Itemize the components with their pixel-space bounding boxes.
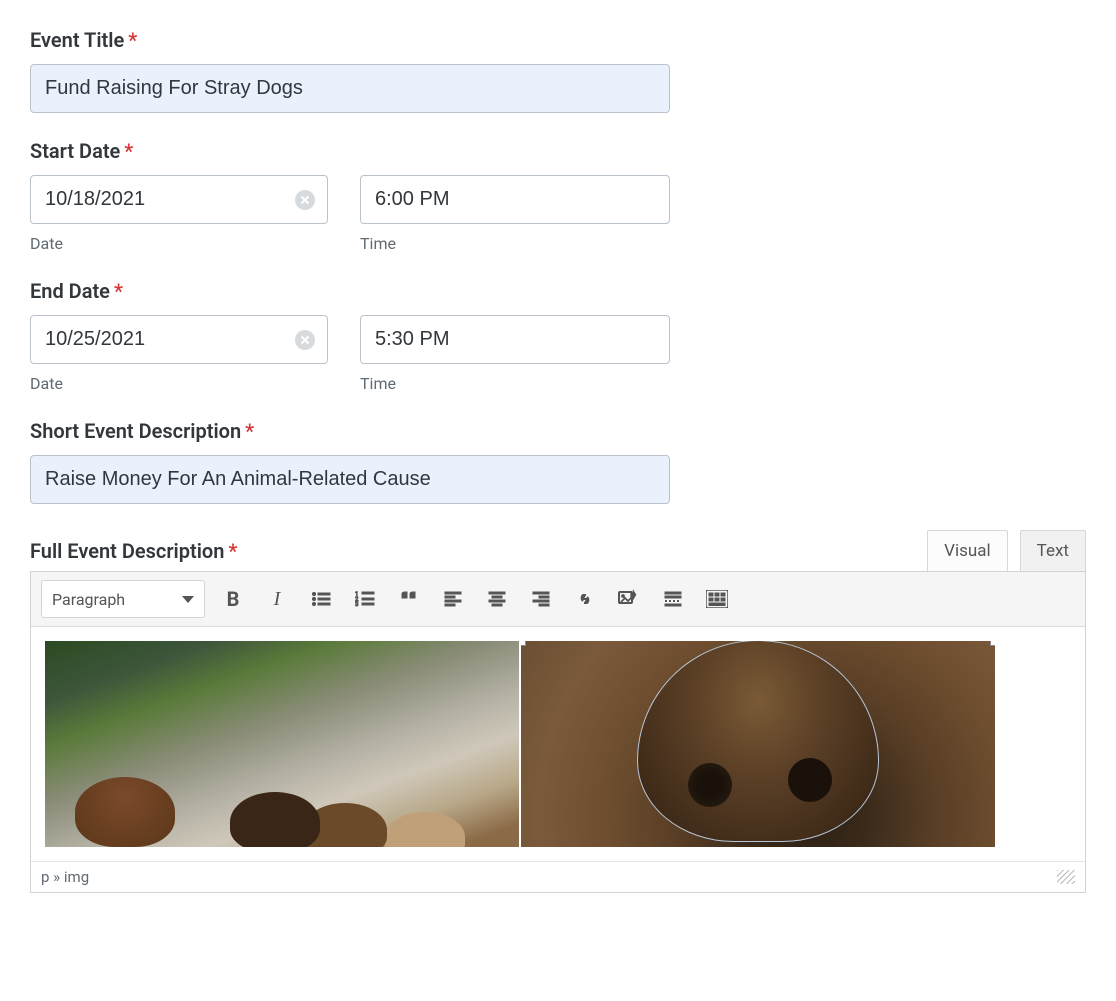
short-desc-label: Short Event Description* bbox=[30, 419, 1086, 443]
italic-button[interactable]: I bbox=[261, 583, 293, 615]
start-date-sublabel: Date bbox=[30, 234, 328, 253]
toolbar-toggle-button[interactable] bbox=[701, 583, 733, 615]
editor-box: Paragraph B I 123 bbox=[30, 571, 1086, 893]
editor-toolbar: Paragraph B I 123 bbox=[31, 572, 1085, 627]
align-left-button[interactable] bbox=[437, 583, 469, 615]
end-date-label-text: End Date bbox=[30, 279, 110, 303]
required-asterisk: * bbox=[124, 139, 133, 163]
end-date-sublabel: Date bbox=[30, 374, 328, 393]
end-time-input[interactable] bbox=[360, 315, 670, 364]
insert-media-button[interactable] bbox=[613, 583, 645, 615]
start-date-label-text: Start Date bbox=[30, 139, 120, 163]
clear-date-icon[interactable] bbox=[294, 189, 316, 211]
content-image-right[interactable] bbox=[521, 641, 995, 847]
short-desc-label-text: Short Event Description bbox=[30, 419, 241, 443]
link-button[interactable] bbox=[569, 583, 601, 615]
end-time-col: Time bbox=[360, 315, 670, 393]
end-date-input-wrap bbox=[30, 315, 328, 364]
resize-handle-icon[interactable] bbox=[990, 641, 995, 646]
event-title-input[interactable] bbox=[30, 64, 670, 113]
format-select[interactable]: Paragraph bbox=[41, 580, 205, 618]
start-date-input[interactable] bbox=[30, 175, 328, 224]
end-date-row: Date Time bbox=[30, 315, 1086, 393]
clear-date-icon[interactable] bbox=[294, 329, 316, 351]
tab-visual[interactable]: Visual bbox=[927, 530, 1007, 571]
short-desc-input[interactable] bbox=[30, 455, 670, 504]
start-date-group: Start Date* Date Time bbox=[30, 139, 1086, 253]
numbered-list-button[interactable]: 123 bbox=[349, 583, 381, 615]
full-desc-group: Full Event Description* Visual Text Para… bbox=[30, 530, 1086, 893]
start-date-label: Start Date* bbox=[30, 139, 1086, 163]
start-date-input-wrap bbox=[30, 175, 328, 224]
bold-button[interactable]: B bbox=[217, 583, 249, 615]
end-time-sublabel: Time bbox=[360, 374, 670, 393]
end-date-label: End Date* bbox=[30, 279, 1086, 303]
read-more-button[interactable] bbox=[657, 583, 689, 615]
editor-tabs: Visual Text bbox=[927, 530, 1086, 571]
resize-handle-icon[interactable] bbox=[521, 641, 526, 646]
required-asterisk: * bbox=[245, 419, 254, 443]
editor-content[interactable] bbox=[31, 627, 1085, 861]
start-time-input-wrap bbox=[360, 175, 670, 224]
event-title-label-text: Event Title bbox=[30, 28, 124, 52]
tab-text[interactable]: Text bbox=[1020, 530, 1086, 571]
end-date-group: End Date* Date Time bbox=[30, 279, 1086, 393]
start-date-col: Date bbox=[30, 175, 328, 253]
short-desc-group: Short Event Description* bbox=[30, 419, 1086, 504]
required-asterisk: * bbox=[114, 279, 123, 303]
chevron-down-icon bbox=[182, 596, 194, 603]
start-time-sublabel: Time bbox=[360, 234, 670, 253]
required-asterisk: * bbox=[228, 539, 237, 563]
blockquote-button[interactable] bbox=[393, 583, 425, 615]
start-time-col: Time bbox=[360, 175, 670, 253]
end-time-input-wrap bbox=[360, 315, 670, 364]
start-date-row: Date Time bbox=[30, 175, 1086, 253]
editor-footer: p » img bbox=[31, 861, 1085, 892]
bullet-list-button[interactable] bbox=[305, 583, 337, 615]
event-title-label: Event Title* bbox=[30, 28, 1086, 52]
format-select-value: Paragraph bbox=[52, 590, 125, 609]
editor-resize-handle[interactable] bbox=[1057, 870, 1075, 884]
full-desc-header: Full Event Description* Visual Text bbox=[30, 530, 1086, 571]
element-path[interactable]: p » img bbox=[41, 868, 89, 886]
align-right-button[interactable] bbox=[525, 583, 557, 615]
full-desc-label: Full Event Description* bbox=[30, 539, 237, 563]
event-title-group: Event Title* bbox=[30, 28, 1086, 113]
end-date-col: Date bbox=[30, 315, 328, 393]
required-asterisk: * bbox=[128, 28, 137, 52]
align-center-button[interactable] bbox=[481, 583, 513, 615]
full-desc-label-text: Full Event Description bbox=[30, 539, 224, 563]
end-date-input[interactable] bbox=[30, 315, 328, 364]
svg-text:3: 3 bbox=[355, 601, 358, 608]
content-image-left[interactable] bbox=[45, 641, 519, 847]
start-time-input[interactable] bbox=[360, 175, 670, 224]
